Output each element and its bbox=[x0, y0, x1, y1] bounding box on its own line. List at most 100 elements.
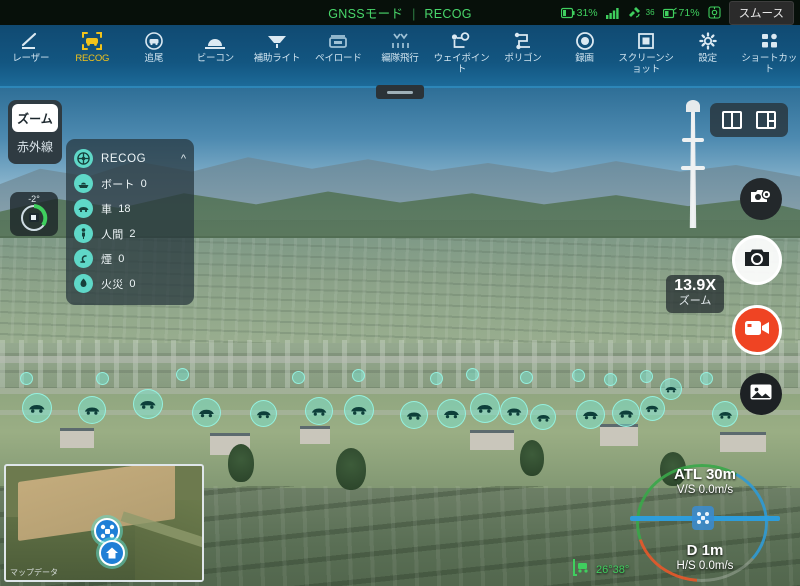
recog-item-fire[interactable]: 火災 0 bbox=[74, 271, 186, 296]
recog-item-boat[interactable]: ボート 0 bbox=[74, 171, 186, 196]
car-detection-marker[interactable] bbox=[250, 400, 277, 427]
car-detection-marker[interactable] bbox=[133, 389, 163, 419]
mode-option-infrared[interactable]: 赤外線 bbox=[12, 132, 58, 160]
car-detection-marker[interactable] bbox=[192, 398, 221, 427]
gallery-button[interactable] bbox=[740, 373, 782, 415]
gimbal-readout: 26°38° bbox=[572, 557, 629, 582]
satellite-icon bbox=[628, 6, 644, 19]
toolbar-item-polygon[interactable]: ポリゴン bbox=[492, 25, 554, 88]
car-detection-marker[interactable] bbox=[712, 401, 738, 427]
car-detection-marker[interactable] bbox=[576, 400, 605, 429]
camera-mode-toggle[interactable]: ズーム 赤外線 bbox=[8, 100, 62, 164]
hud-drone-icon bbox=[692, 506, 714, 530]
mode-option-zoom[interactable]: ズーム bbox=[12, 104, 58, 132]
recog-label-boat: ボート bbox=[101, 178, 135, 191]
distant-detection-marker[interactable] bbox=[352, 369, 365, 382]
toolbar-item-laser[interactable]: レーザー bbox=[0, 25, 62, 88]
toolbar-item-payload[interactable]: ペイロード bbox=[308, 25, 370, 88]
hud-distance-label: D bbox=[686, 542, 698, 559]
toolbar-item-tracking[interactable]: 追尾 bbox=[123, 25, 185, 88]
toolbar-item-shortcut[interactable]: ショートカット bbox=[738, 25, 800, 88]
distant-detection-marker[interactable] bbox=[604, 373, 617, 386]
controller-battery-indicator[interactable]: 71% bbox=[662, 7, 700, 19]
distant-detection-marker[interactable] bbox=[176, 368, 189, 381]
building bbox=[300, 426, 330, 444]
car-detection-marker[interactable] bbox=[437, 399, 466, 428]
polygon-icon bbox=[512, 30, 534, 52]
toolbar-item-waypoint[interactable]: ウェイポイント bbox=[431, 25, 493, 88]
toolbar-item-beacon[interactable]: ビーコン bbox=[185, 25, 247, 88]
toolbar-item-recog[interactable]: RECOG bbox=[62, 25, 124, 88]
distant-detection-marker[interactable] bbox=[640, 370, 653, 383]
toolbar-label-recog: RECOG bbox=[75, 53, 110, 64]
car-icon bbox=[74, 199, 93, 218]
toolbar-item-screenshot[interactable]: スクリーンショット bbox=[615, 25, 677, 88]
distant-detection-marker[interactable] bbox=[572, 369, 585, 382]
toolbar-label-screenshot: スクリーンショット bbox=[618, 53, 674, 75]
smoke-icon bbox=[74, 249, 93, 268]
camera-shutter-button[interactable] bbox=[732, 235, 782, 285]
hud-distance: D 1m bbox=[630, 542, 780, 559]
toolbar-item-settings[interactable]: 設定 bbox=[677, 25, 739, 88]
toolbar-drag-handle[interactable] bbox=[376, 85, 424, 99]
car-detection-marker[interactable] bbox=[344, 395, 374, 425]
camera-settings-button[interactable] bbox=[740, 178, 782, 220]
building bbox=[720, 432, 766, 452]
car-detection-marker[interactable] bbox=[470, 393, 500, 423]
aircraft-battery-indicator[interactable]: 31% bbox=[560, 7, 598, 19]
car-detection-marker[interactable] bbox=[305, 397, 333, 425]
recog-item-car[interactable]: 車 18 bbox=[74, 196, 186, 221]
video-record-button[interactable] bbox=[732, 305, 782, 355]
tower-ring-2 bbox=[681, 166, 705, 170]
hud-altitude: ATL 30m bbox=[630, 466, 780, 483]
compass-widget[interactable]: -2° bbox=[10, 192, 58, 236]
toolbar-item-formation[interactable]: 編隊飛行 bbox=[369, 25, 431, 88]
distant-detection-marker[interactable] bbox=[292, 371, 305, 384]
split-view-vertical-icon[interactable] bbox=[722, 111, 742, 129]
distant-detection-marker[interactable] bbox=[466, 368, 479, 381]
drone-control-app: GNSSモード | RECOG 31% 36 71% スムース レーザー REC… bbox=[0, 0, 800, 586]
tower-ring-1 bbox=[682, 138, 704, 142]
recog-count-fire: 0 bbox=[129, 277, 136, 290]
distant-detection-marker[interactable] bbox=[20, 372, 33, 385]
building bbox=[60, 428, 94, 448]
minimap[interactable]: マップデータ bbox=[4, 464, 204, 582]
toolbar-label-polygon: ポリゴン bbox=[504, 53, 542, 64]
signal-strength-indicator[interactable] bbox=[605, 7, 620, 19]
recog-item-smoke[interactable]: 煙 0 bbox=[74, 246, 186, 271]
car-detection-marker[interactable] bbox=[660, 378, 682, 400]
recog-label-fire: 火災 bbox=[101, 278, 124, 291]
chevron-up-icon[interactable]: ^ bbox=[181, 153, 186, 165]
toolbar-item-record[interactable]: 録画 bbox=[554, 25, 616, 88]
split-view-pip-icon[interactable] bbox=[756, 111, 776, 129]
recog-detection-panel[interactable]: RECOG ^ ボート 0 車 18 人間 2 煙 0 火災 0 bbox=[66, 139, 194, 305]
payload-icon bbox=[327, 30, 349, 52]
car-detection-marker[interactable] bbox=[22, 393, 52, 423]
recog-panel-header[interactable]: RECOG ^ bbox=[74, 146, 186, 171]
telemetry-hud: ATL 30m V/S 0.0m/s D 1m H/S 0.0m/s bbox=[630, 464, 780, 584]
distant-detection-marker[interactable] bbox=[430, 372, 443, 385]
distant-detection-marker[interactable] bbox=[96, 372, 109, 385]
car-detection-marker[interactable] bbox=[500, 397, 528, 425]
distant-detection-marker[interactable] bbox=[700, 372, 713, 385]
car-detection-marker[interactable] bbox=[612, 399, 640, 427]
satellite-indicator[interactable]: 36 bbox=[628, 6, 655, 19]
camera-shutter-icon bbox=[744, 247, 770, 274]
smooth-mode-button[interactable]: スムース bbox=[728, 0, 794, 25]
recog-item-person[interactable]: 人間 2 bbox=[74, 221, 186, 246]
car-detection-marker[interactable] bbox=[400, 401, 428, 429]
toolbar-label-tracking: 追尾 bbox=[144, 53, 164, 64]
link-status-indicator[interactable] bbox=[708, 6, 721, 19]
toolbar-item-spotlight[interactable]: 補助ライト bbox=[246, 25, 308, 88]
car-detection-marker[interactable] bbox=[530, 404, 556, 430]
datalink-icon bbox=[708, 6, 721, 19]
home-position-marker[interactable] bbox=[99, 540, 125, 566]
car-detection-marker[interactable] bbox=[640, 396, 665, 421]
recog-count-person: 2 bbox=[129, 227, 136, 240]
car-detection-marker[interactable] bbox=[78, 396, 106, 424]
toolbar-label-laser: レーザー bbox=[12, 53, 50, 64]
distant-detection-marker[interactable] bbox=[520, 371, 533, 384]
zoom-level-label: ズーム bbox=[678, 294, 712, 307]
boat-icon bbox=[74, 174, 93, 193]
session-label: RECOG bbox=[424, 7, 472, 21]
